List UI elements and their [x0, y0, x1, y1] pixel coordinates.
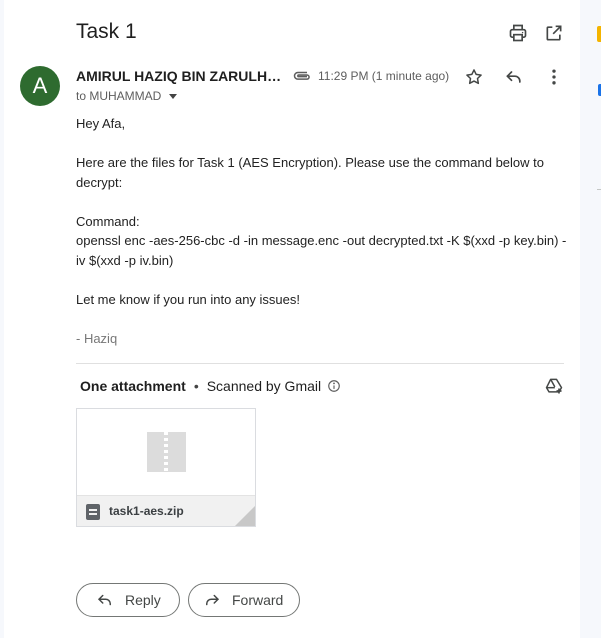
body-line: Let me know if you run into any issues! [76, 291, 301, 307]
email-body: Hey Afa, Here are the files for Task 1 (… [76, 114, 568, 348]
attachment-count: One attachment [80, 378, 186, 394]
open-in-new-window-icon[interactable] [543, 22, 565, 44]
body-line [76, 309, 568, 329]
attachment-footer: task1-aes.zip [77, 495, 255, 526]
forward-button[interactable]: Forward [188, 583, 300, 617]
more-vert-icon[interactable] [543, 66, 565, 88]
body-line [76, 192, 568, 212]
attachments-header: One attachment • Scanned by Gmail [80, 378, 341, 394]
signature: - Haziq [76, 330, 118, 346]
add-to-drive-icon[interactable] [544, 376, 564, 396]
body-line [76, 270, 568, 290]
separator-dot: • [193, 378, 199, 394]
keep-app-icon[interactable] [597, 26, 601, 42]
body-line: Hey Afa, [76, 116, 126, 131]
page-fold-corner [235, 506, 255, 526]
email-timestamp: 11:29 PM (1 minute ago) [318, 69, 450, 83]
forward-button-label: Forward [232, 592, 284, 608]
body-line: Here are the files for Task 1 (AES Encry… [76, 155, 544, 190]
email-subject: Task 1 [76, 20, 137, 43]
side-panel-divider [597, 189, 601, 190]
avatar[interactable]: A [20, 66, 60, 106]
reply-button-label: Reply [125, 592, 161, 608]
attachment-file-name: task1-aes.zip [109, 504, 184, 518]
body-line: openssl enc -aes-256-cbc -d -in message.… [76, 233, 567, 268]
info-icon[interactable] [327, 379, 341, 393]
zip-file-icon [147, 432, 186, 472]
paperclip-icon [292, 68, 312, 82]
print-icon[interactable] [507, 22, 529, 44]
file-icon [86, 504, 100, 520]
sender-name[interactable]: AMIRUL HAZIQ BIN ZARULHI... [76, 68, 282, 84]
scanned-label: Scanned by Gmail [206, 378, 322, 394]
recipients-line[interactable]: to MUHAMMAD [76, 89, 178, 103]
forward-icon [202, 590, 222, 610]
attachment-card[interactable]: task1-aes.zip [76, 408, 256, 527]
star-icon[interactable] [463, 66, 485, 88]
body-line: Command: [76, 213, 140, 229]
reply-icon[interactable] [503, 66, 525, 88]
recipients-text: to MUHAMMAD [76, 89, 162, 103]
chevron-down-icon[interactable] [169, 93, 178, 99]
attachment-preview [77, 409, 255, 495]
reply-button[interactable]: Reply [76, 583, 180, 617]
side-panel-edge [580, 0, 601, 638]
reply-icon [95, 590, 115, 610]
attachments-divider [76, 363, 564, 364]
body-line [76, 134, 568, 154]
